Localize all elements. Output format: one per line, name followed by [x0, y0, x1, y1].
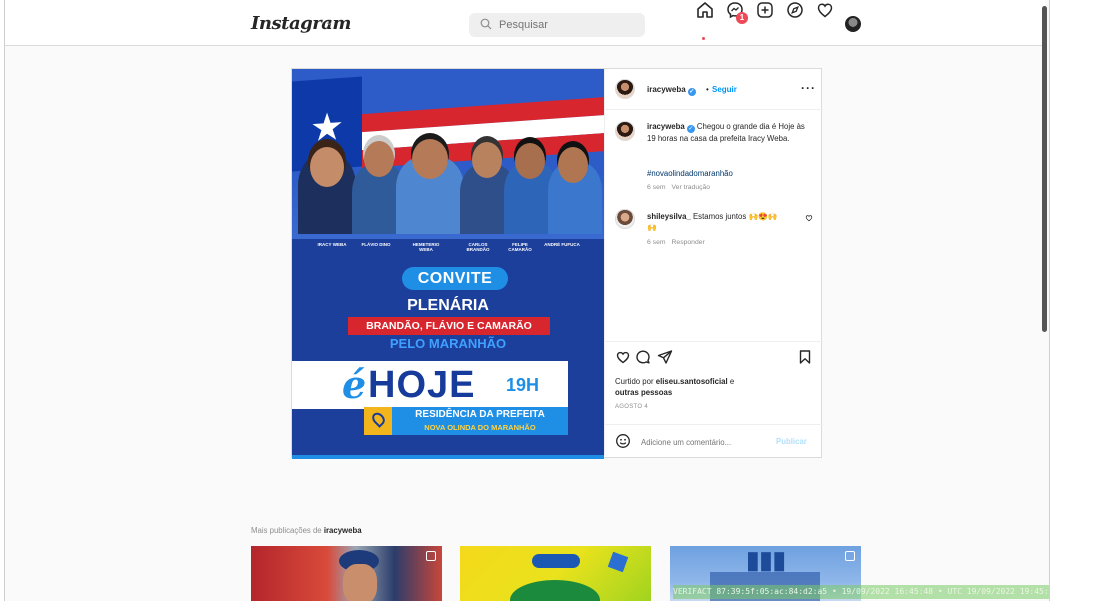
likes-summary: Curtido por eliseu.santosoficial e outras…	[615, 376, 815, 398]
media-bottom-bar	[292, 455, 604, 459]
verification-watermark: VERIFACT 87:39:5f:05:ac:84:d2:a5 • 19/09…	[673, 585, 1049, 599]
instagram-logo[interactable]: Instagram	[251, 13, 351, 34]
home-icon[interactable]	[695, 0, 715, 20]
comment-meta: 6 sem Responder	[647, 239, 711, 246]
bird-shape	[607, 551, 629, 573]
post-image[interactable]: ★ IRACY WEBA FLÁVIO DINO HEMETERIO WEBA …	[292, 69, 604, 459]
comment-like-icon[interactable]	[805, 214, 813, 222]
like-icon[interactable]	[615, 349, 631, 365]
scrollbar[interactable]	[1042, 6, 1047, 332]
person-head	[412, 139, 448, 179]
author-username-text[interactable]: iracyweba	[647, 85, 686, 94]
commenter-avatar[interactable]	[615, 209, 635, 229]
hoje-text: HOJE	[368, 364, 476, 406]
comment-input[interactable]	[641, 435, 771, 449]
more-options-icon[interactable]: ···	[801, 81, 816, 95]
pelo-maranhao: PELO MARANHÃO	[389, 336, 507, 351]
follow-button[interactable]: Seguir	[712, 85, 737, 94]
comment-time: 6 sem	[647, 239, 666, 246]
likes-others[interactable]: outras pessoas	[615, 388, 672, 397]
reel-icon	[426, 551, 436, 561]
active-indicator	[702, 37, 705, 40]
reply-link[interactable]: Responder	[672, 239, 705, 246]
person-head	[364, 141, 394, 177]
publish-button[interactable]: Publicar	[776, 437, 807, 446]
caption-meta: 6 sem Ver tradução	[647, 184, 716, 191]
divider	[605, 424, 823, 425]
likes-prefix: Curtido por	[615, 377, 654, 386]
person-head	[515, 143, 545, 179]
person-name: FLÁVIO DINO	[361, 242, 391, 247]
verified-icon: ✓	[686, 125, 695, 133]
names-banner: BRANDÃO, FLÁVIO E CAMARÃO	[348, 317, 550, 335]
post-card: ★ IRACY WEBA FLÁVIO DINO HEMETERIO WEBA …	[291, 68, 823, 459]
browser-viewport: Instagram ⌄ 1 ★	[4, 0, 1050, 601]
more-posts-title: Mais publicações de iracyweba	[251, 526, 362, 535]
search-input[interactable]	[499, 15, 639, 35]
post-date: AGOSTO 4	[615, 404, 648, 410]
author-username[interactable]: iracyweba ✓	[647, 85, 696, 96]
hora-text: 19H	[506, 375, 540, 395]
notification-badge: 1	[736, 12, 748, 24]
thumb-title-shape: ▮▮▮	[746, 547, 786, 574]
divider	[605, 341, 823, 342]
thumbnail-post[interactable]	[460, 546, 651, 601]
chevron-down-icon[interactable]: ⌄	[325, 17, 333, 28]
comment-emoji: 🙌	[647, 223, 657, 232]
reel-icon	[845, 551, 855, 561]
residencia-text: RESIDÊNCIA DA PREFEITA	[415, 409, 545, 420]
star-icon: ★	[310, 105, 345, 151]
hoje-e: é	[342, 362, 367, 407]
comment-icon[interactable]	[635, 349, 651, 365]
top-navigation: Instagram ⌄ 1	[5, 0, 1045, 46]
names-row: IRACY WEBA FLÁVIO DINO HEMETERIO WEBA CA…	[308, 242, 598, 256]
share-icon[interactable]	[657, 349, 673, 365]
heart-icon[interactable]	[815, 0, 835, 20]
likes-user[interactable]: eliseu.santosoficial	[656, 377, 728, 386]
author-avatar[interactable]	[615, 79, 635, 99]
caption: iracyweba ✓ Chegou o grande dia é Hoje às…	[647, 121, 807, 145]
person-name: ANDRÉ FUFUCA	[544, 242, 580, 247]
caption-avatar[interactable]	[615, 121, 635, 141]
plenaria-title: PLENÁRIA	[407, 297, 489, 314]
separator-dot: •	[706, 85, 709, 94]
search-box[interactable]	[469, 13, 645, 37]
translate-link[interactable]: Ver tradução	[672, 184, 711, 191]
thumbnail-post[interactable]	[251, 546, 442, 601]
logo-shape	[532, 554, 580, 568]
more-posts-prefix: Mais publicações de	[251, 526, 322, 535]
person-head	[558, 147, 588, 183]
person-head	[472, 142, 502, 178]
more-posts-username[interactable]: iracyweba	[324, 526, 362, 535]
profile-avatar[interactable]	[845, 16, 861, 32]
save-icon[interactable]	[797, 349, 813, 365]
emoji-icon[interactable]	[615, 433, 631, 449]
person-name: IRACY WEBA	[317, 242, 347, 247]
person-head	[310, 147, 344, 187]
location-pin-icon	[364, 407, 392, 435]
comment: shileysilva_ Estamos juntos 🙌😍🙌 🙌	[647, 211, 797, 233]
comment-username[interactable]: shileysilva_	[647, 212, 691, 221]
divider	[605, 109, 823, 110]
post-side-panel: iracyweba ✓ • Seguir ··· iracyweba ✓ Chego…	[604, 69, 823, 459]
person-name: HEMETERIO WEBA	[412, 242, 440, 252]
cidade-text: NOVA OLINDA DO MARANHÃO	[424, 423, 536, 432]
explore-icon[interactable]	[785, 0, 805, 20]
hashtag-link[interactable]: #novaolindadomaranhão	[647, 169, 733, 178]
search-icon	[480, 18, 492, 30]
face-shape	[343, 564, 377, 601]
person-name: CARLOS BRANDÃO	[466, 242, 490, 252]
caption-username[interactable]: iracyweba	[647, 122, 685, 131]
caption-time: 6 sem	[647, 184, 666, 191]
page-margin	[1051, 0, 1104, 601]
convite-pill: CONVITE	[402, 267, 508, 290]
hand-shape	[510, 580, 600, 601]
verified-icon: ✓	[687, 88, 696, 96]
new-post-icon[interactable]	[755, 0, 775, 20]
likes-suffix: e	[729, 377, 735, 386]
person-name: FELIPE CAMARÃO	[508, 242, 532, 252]
comment-text: Estamos juntos 🙌😍🙌	[692, 212, 778, 221]
